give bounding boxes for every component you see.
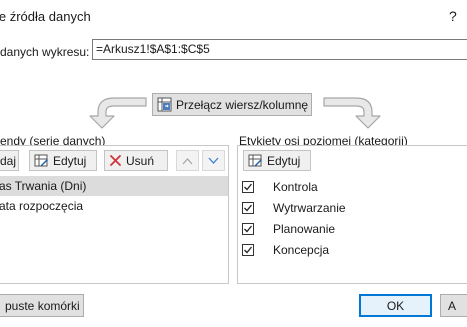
chevron-down-icon xyxy=(208,157,219,164)
series-list: as Trwania (Dni) ata rozpoczęcia xyxy=(0,176,228,216)
category-label: Planowanie xyxy=(273,221,336,236)
checkmark-icon xyxy=(244,225,253,232)
category-checkbox[interactable] xyxy=(242,243,254,256)
category-item[interactable]: Wytrwarzanie xyxy=(238,197,467,218)
category-item[interactable]: Planowanie xyxy=(238,218,467,239)
checkmark-icon xyxy=(244,183,253,190)
legend-toolbar: daj Edytuj Usuń xyxy=(0,146,228,174)
edit-series-label: Edytuj xyxy=(53,153,87,168)
cancel-label: A xyxy=(448,298,457,313)
hidden-empty-cells-label: puste komórki xyxy=(5,298,80,313)
add-series-button[interactable]: daj xyxy=(0,150,19,171)
edit-series-button[interactable]: Edytuj xyxy=(29,150,97,171)
series-item-label: as Trwania (Dni) xyxy=(0,179,87,193)
edit-axis-labels-label: Edytuj xyxy=(267,153,301,168)
legend-entries-panel: daj Edytuj Usuń as Trwania (Dni) ata roz… xyxy=(0,145,229,284)
edit-table-icon xyxy=(248,154,262,167)
add-series-label: daj xyxy=(0,153,17,168)
select-data-source-dialog: ie źródła danych ? danych wykresu: =Arku… xyxy=(0,0,467,327)
remove-series-label: Usuń xyxy=(126,153,155,168)
cancel-button[interactable]: A xyxy=(440,294,467,317)
switch-row-column-button[interactable]: Przełącz wiersz/kolumnę xyxy=(152,93,312,116)
category-label: Kontrola xyxy=(273,179,318,194)
series-item-label: ata rozpoczęcia xyxy=(0,199,84,213)
chart-data-range-label: danych wykresu: xyxy=(0,45,90,59)
edit-axis-labels-button[interactable]: Edytuj xyxy=(243,150,311,171)
category-label: Wytrwarzanie xyxy=(273,200,346,215)
category-item[interactable]: Kontrola xyxy=(238,176,467,197)
axis-labels-panel: Edytuj Kontrola Wytrwarzanie Planowanie … xyxy=(237,145,467,284)
checkmark-icon xyxy=(244,246,253,253)
category-label: Koncepcja xyxy=(273,242,330,257)
chart-data-range-input[interactable]: =Arkusz1!$A$1:$C$5 xyxy=(92,39,467,60)
hidden-empty-cells-button[interactable]: puste komórki xyxy=(0,294,84,317)
axis-labels-toolbar: Edytuj xyxy=(238,146,467,174)
ok-button[interactable]: OK xyxy=(359,294,432,317)
switch-rows-columns-icon xyxy=(157,97,172,112)
help-button[interactable]: ? xyxy=(449,8,457,24)
move-up-button[interactable] xyxy=(176,150,199,171)
curved-arrow-left-icon xyxy=(89,97,147,129)
remove-x-icon xyxy=(110,155,121,166)
series-item[interactable]: ata rozpoczęcia xyxy=(0,196,228,216)
category-checkbox[interactable] xyxy=(242,201,254,214)
category-item[interactable]: Koncepcja xyxy=(238,239,467,260)
curved-arrow-right-icon xyxy=(323,97,381,129)
series-item[interactable]: as Trwania (Dni) xyxy=(0,176,228,196)
remove-series-button[interactable]: Usuń xyxy=(104,150,168,171)
dialog-title: ie źródła danych xyxy=(0,9,91,24)
category-list: Kontrola Wytrwarzanie Planowanie Koncepc… xyxy=(238,176,467,260)
switch-row-column-label: Przełącz wiersz/kolumnę xyxy=(176,97,309,112)
ok-label: OK xyxy=(386,298,405,313)
category-checkbox[interactable] xyxy=(242,180,254,193)
title-bar: ie źródła danych ? xyxy=(0,0,467,36)
edit-table-icon xyxy=(34,154,48,167)
move-down-button[interactable] xyxy=(202,150,225,171)
checkmark-icon xyxy=(244,204,253,211)
category-checkbox[interactable] xyxy=(242,222,254,235)
chevron-up-icon xyxy=(182,157,193,164)
